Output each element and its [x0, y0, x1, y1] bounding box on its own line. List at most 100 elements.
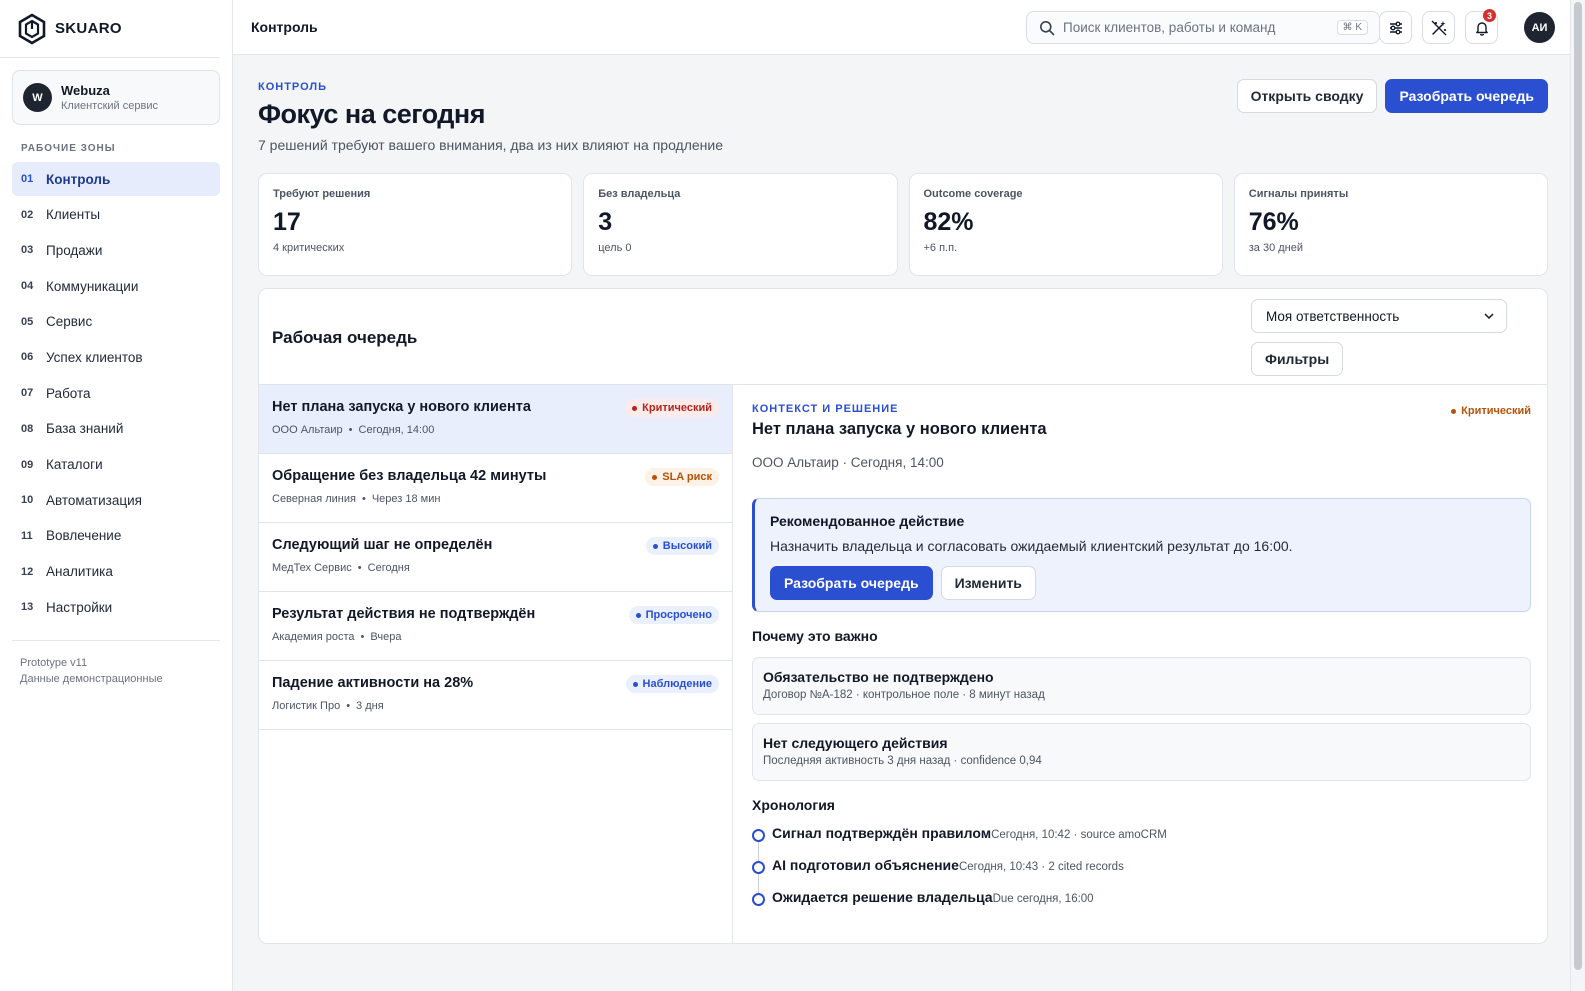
meta-separator: • — [357, 562, 362, 574]
queue-list: Нет плана запуска у нового клиента ООО А… — [259, 385, 733, 943]
org-subtitle: Клиентский сервис — [61, 100, 158, 112]
scrollbar-thumb[interactable] — [1574, 2, 1582, 970]
timeline-heading: Хронология — [752, 797, 835, 813]
sidebar-item-clients[interactable]: 02 Клиенты — [12, 198, 220, 232]
queue-item-meta: ООО Альтаир • Сегодня, 14:00 — [272, 424, 719, 436]
nav-section-label: РАБОЧИЕ ЗОНЫ — [21, 143, 116, 154]
stat-note: 4 критических — [273, 242, 345, 254]
search-box[interactable]: ⌘ K — [1026, 11, 1380, 44]
reason-card[interactable]: Обязательство не подтверждено Договор №А… — [752, 657, 1531, 715]
nav-number: 02 — [21, 208, 34, 221]
reason-card[interactable]: Нет следующего действия Последняя активн… — [752, 723, 1531, 781]
org-name: Webuza — [61, 83, 110, 98]
queue-item-client: ООО Альтаир — [272, 424, 343, 436]
sidebar-item-control[interactable]: 01 Контроль — [12, 162, 220, 196]
queue-item-client: Логистик Про — [272, 700, 341, 712]
nav-number: 08 — [21, 422, 34, 435]
queue-item[interactable]: Результат действия не подтверждён Академ… — [259, 592, 732, 661]
sidebar-item-automation[interactable]: 10 Автоматизация — [12, 483, 220, 517]
queue-item-meta: МедТех Сервис • Сегодня — [272, 562, 719, 574]
search-shortcut: ⌘ K — [1336, 20, 1368, 35]
queue-item[interactable]: Обращение без владельца 42 минуты Северн… — [259, 454, 732, 523]
nav-label: Продажи — [46, 242, 103, 258]
nav-number: 04 — [21, 280, 34, 293]
page-eyebrow: КОНТРОЛЬ — [258, 81, 328, 93]
nav-label: Сервис — [46, 314, 93, 330]
detail-eyebrow: КОНТЕКСТ И РЕШЕНИЕ — [752, 403, 899, 415]
meta-separator: • — [360, 631, 365, 643]
sidebar-item-settings[interactable]: 13 Настройки — [12, 590, 220, 624]
recommended-action-buttons: Разобрать очередь Изменить — [770, 566, 1515, 600]
timeline-label: Ожидается решение владельца — [772, 889, 993, 905]
responsibility-select[interactable]: Моя ответственность — [1251, 299, 1507, 333]
stat-label: Без владельца — [598, 188, 681, 200]
stat-card-no-owner[interactable]: Без владельца 3 цель 0 — [583, 173, 898, 276]
triage-queue-button[interactable]: Разобрать очередь — [1385, 79, 1548, 113]
nav-label: Настройки — [46, 599, 113, 615]
meta-separator: • — [346, 700, 351, 712]
reason-subtitle: Договор №А-182 · контрольное поле · 8 ми… — [763, 689, 1045, 701]
timeline-item: Сигнал подтверждён правилом Сегодня, 10:4… — [752, 825, 1531, 857]
ai-assist-button[interactable] — [1422, 11, 1455, 44]
edit-action-button[interactable]: Изменить — [940, 566, 1036, 600]
settings-sliders-button[interactable] — [1379, 11, 1412, 44]
queue-item-time: 3 дня — [356, 700, 384, 712]
notifications-button[interactable]: 3 — [1465, 9, 1498, 44]
sliders-icon — [1389, 21, 1402, 34]
stat-value: 76% — [1248, 208, 1299, 236]
reason-title: Нет следующего действия — [763, 735, 948, 751]
apply-action-button[interactable]: Разобрать очередь — [770, 566, 933, 600]
nav-number: 05 — [21, 315, 34, 328]
nav-number: 10 — [21, 494, 34, 507]
work-queue-title: Рабочая очередь — [272, 328, 418, 347]
queue-item[interactable]: Падение активности на 28% Логистик Про • 3… — [259, 661, 732, 730]
sidebar: SKUARO W Webuza Клиентский сервис РАБОЧИ… — [0, 0, 233, 991]
stat-card-signals-accepted[interactable]: Сигналы приняты 76% за 30 дней — [1233, 173, 1548, 276]
nav-number: 01 — [21, 173, 34, 185]
priority-badge: Наблюдение — [625, 675, 719, 693]
stat-card-needs-decision[interactable]: Требуют решения 17 4 критических — [258, 173, 573, 276]
sidebar-divider — [12, 640, 220, 642]
queue-item[interactable]: Следующий шаг не определён МедТех Сервис… — [259, 523, 732, 592]
nav-label: Аналитика — [46, 564, 113, 580]
responsibility-select-value: Моя ответственность — [1266, 308, 1400, 324]
sidebar-item-analytics[interactable]: 12 Аналитика — [12, 555, 220, 589]
sidebar-item-service[interactable]: 05 Сервис — [12, 305, 220, 339]
nav-label: Вовлечение — [46, 528, 122, 544]
filters-button[interactable]: Фильтры — [1251, 342, 1344, 376]
search-icon — [1040, 20, 1055, 35]
search-input[interactable] — [1063, 20, 1338, 35]
page-subtitle: 7 решений требуют вашего внимания, два и… — [258, 137, 724, 153]
queue-item-meta: Северная линия • Через 18 мин — [272, 493, 719, 505]
org-switcher[interactable]: W Webuza Клиентский сервис — [12, 70, 220, 125]
queue-item-meta: Академия роста • Вчера — [272, 631, 719, 643]
header-actions: Открыть сводку Разобрать очередь — [1236, 79, 1548, 113]
stat-card-outcome-coverage[interactable]: Outcome coverage 82% +6 п.п. — [908, 173, 1223, 276]
user-avatar[interactable]: АИ — [1524, 12, 1555, 43]
timeline: Сигнал подтверждён правилом Сегодня, 10:4… — [752, 825, 1531, 921]
queue-item[interactable]: Нет плана запуска у нового клиента ООО А… — [259, 385, 732, 454]
nav-label: Автоматизация — [46, 492, 142, 508]
nav-number: 03 — [21, 244, 34, 257]
sidebar-item-knowledge-base[interactable]: 08 База знаний — [12, 412, 220, 446]
sidebar-item-communications[interactable]: 04 Коммуникации — [12, 269, 220, 303]
sidebar-item-catalogs[interactable]: 09 Каталоги — [12, 448, 220, 482]
open-summary-button[interactable]: Открыть сводку — [1236, 79, 1378, 113]
stat-label: Outcome coverage — [923, 188, 1023, 200]
nav-label: База знаний — [46, 421, 124, 437]
sidebar-item-work[interactable]: 07 Работа — [12, 376, 220, 410]
page-scrollbar[interactable] — [1570, 0, 1585, 991]
stat-label: Требуют решения — [273, 188, 371, 200]
timeline-dot-icon — [752, 861, 765, 874]
queue-item-time: Через 18 мин — [371, 493, 441, 505]
timeline-label: AI подготовил объяснение — [772, 857, 959, 873]
work-queue-panel: Рабочая очередь Моя ответственность Филь… — [258, 288, 1548, 944]
priority-badge: Высокий — [645, 537, 719, 555]
nav-number: 07 — [21, 387, 34, 400]
queue-item-time: Сегодня — [367, 562, 410, 574]
sidebar-item-sales[interactable]: 03 Продажи — [12, 233, 220, 267]
sidebar-item-engagement[interactable]: 11 Вовлечение — [12, 519, 220, 553]
brand[interactable]: SKUARO — [0, 0, 220, 58]
sidebar-item-customer-success[interactable]: 06 Успех клиентов — [12, 340, 220, 374]
nav-number: 06 — [21, 351, 34, 364]
